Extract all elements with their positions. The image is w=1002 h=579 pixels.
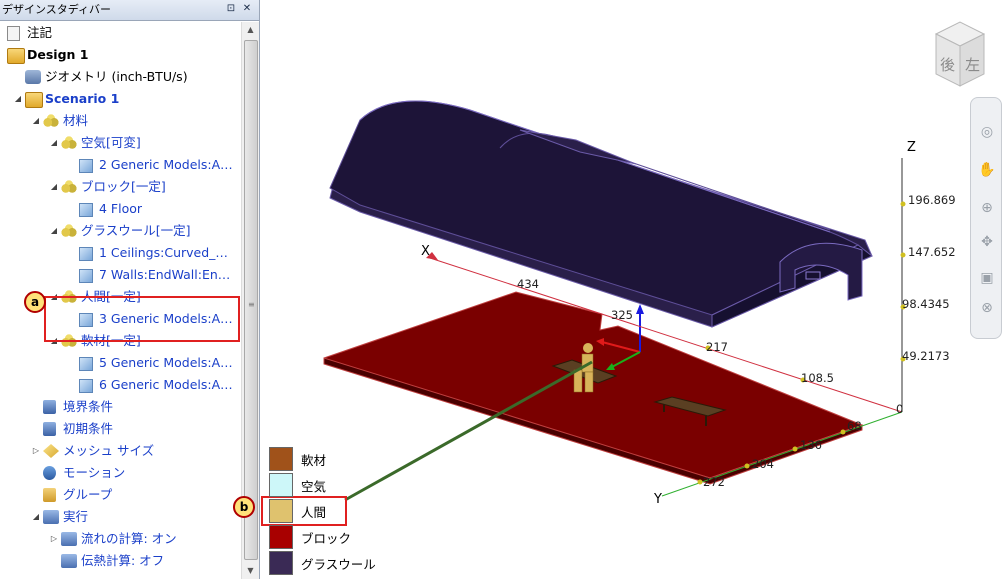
pan-hand-icon[interactable]: ✋: [977, 160, 997, 180]
legend-swatch: [269, 473, 293, 497]
close-nav-icon[interactable]: ⊗: [977, 298, 997, 318]
z-tick-label: 196.869: [908, 193, 956, 207]
orbit-icon[interactable]: ✥: [977, 232, 997, 252]
y-tick-label: 68: [847, 419, 862, 433]
steering-wheel-icon[interactable]: ◎: [977, 122, 997, 142]
legend-swatch: [269, 551, 293, 575]
annotation-marker-b: b: [233, 496, 255, 518]
z-tick-label: 49.2173: [902, 349, 950, 363]
x-tick-label: 325: [611, 308, 633, 322]
origin-tick-label: 0: [896, 402, 904, 416]
annotation-marker-a: a: [24, 291, 46, 313]
navigation-bar: ◎ ✋ ⊕ ✥ ▣ ⊗: [970, 97, 1002, 339]
highlight-box-a: [44, 296, 240, 342]
look-at-icon[interactable]: ▣: [977, 268, 997, 288]
legend-swatch: [269, 447, 293, 471]
legend-swatch: [269, 525, 293, 549]
z-tick-label: 98.4345: [902, 297, 950, 311]
legend-label: 人間: [301, 505, 327, 520]
viewcube-face-left[interactable]: 左: [965, 54, 980, 75]
x-tick-label: 434: [517, 277, 539, 291]
x-axis-label: X: [421, 244, 430, 259]
y-tick-label: 136: [800, 438, 822, 452]
model-scene: [44, 100, 906, 526]
roof-model[interactable]: [329, 100, 873, 328]
z-tick-label: 147.652: [908, 245, 956, 259]
y-axis-label: Y: [654, 492, 662, 507]
zoom-icon[interactable]: ⊕: [977, 198, 997, 218]
legend-label: 空気: [301, 479, 327, 494]
x-tick-label: 217: [706, 340, 728, 354]
z-axis-label: Z: [907, 140, 916, 155]
legend-label: 軟材: [301, 453, 327, 468]
legend-swatch: [269, 499, 293, 523]
x-tick-label: 108.5: [801, 371, 834, 385]
viewcube-face-back[interactable]: 後: [940, 54, 955, 75]
legend-label: ブロック: [301, 531, 352, 546]
y-tick-label: 204: [752, 457, 774, 471]
y-tick-label: 272: [703, 475, 725, 489]
legend-label: グラスウール: [301, 557, 376, 572]
viewcube[interactable]: 後 左: [930, 20, 988, 92]
